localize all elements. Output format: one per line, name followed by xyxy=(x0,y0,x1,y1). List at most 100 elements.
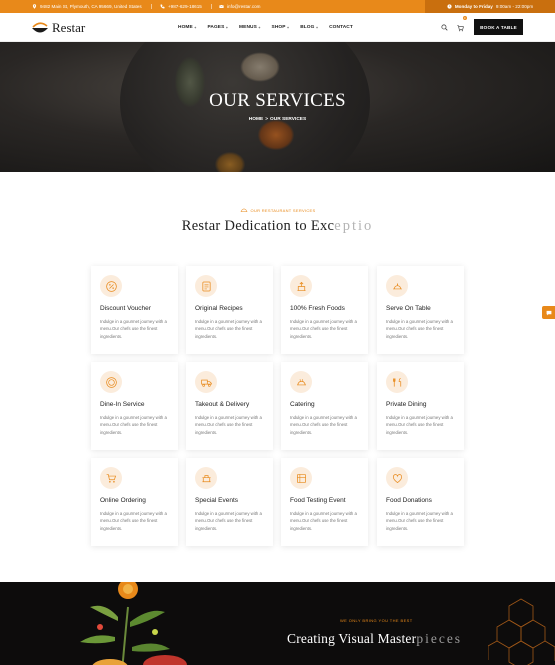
service-icon-circle xyxy=(195,467,217,489)
service-title: Private Dining xyxy=(386,401,427,408)
site-logo[interactable]: Restar xyxy=(30,18,85,38)
nav-item-home[interactable]: HOME + xyxy=(178,25,196,30)
service-card[interactable]: Discount Voucher Indulge in a gourmet jou… xyxy=(91,266,178,354)
delivery-icon xyxy=(200,379,212,387)
flower-dish-image xyxy=(80,582,187,665)
nav-item-shop[interactable]: SHOP + xyxy=(272,25,290,30)
services-title: Restar Dedication to Exceptio xyxy=(181,218,374,234)
service-description: Indulge in a gourmet journey with a menu… xyxy=(386,415,453,435)
service-icon-circle xyxy=(290,467,312,489)
events-icon xyxy=(201,474,211,482)
private-dining-icon xyxy=(392,377,401,387)
service-title: Special Events xyxy=(195,497,238,504)
brand-name: Restar xyxy=(52,20,86,35)
service-title: Online Ordering xyxy=(100,497,146,504)
service-description: Indulge in a gourmet journey with a menu… xyxy=(290,511,357,531)
service-title: Food Donations xyxy=(386,497,432,504)
service-description: Indulge in a gourmet journey with a menu… xyxy=(195,415,262,435)
service-card[interactable]: Food Testing Event Indulge in a gourmet j… xyxy=(281,458,368,546)
service-title: Dine-In Service xyxy=(100,401,145,408)
service-description: Indulge in a gourmet journey with a menu… xyxy=(100,415,167,435)
service-title: Serve On Table xyxy=(386,305,431,312)
address-text: 9482 Main St, Plymouth, CA 95669, United… xyxy=(40,4,142,9)
cloche-icon xyxy=(240,208,247,212)
service-icon-circle xyxy=(100,371,122,393)
service-description: Indulge in a gourmet journey with a menu… xyxy=(195,319,262,339)
service-card[interactable]: 100% Fresh Foods Indulge in a gourmet jou… xyxy=(281,266,368,354)
nav-item-contact[interactable]: CONTACT xyxy=(329,25,353,30)
chevron-down-icon: + xyxy=(287,25,290,30)
service-description: Indulge in a gourmet journey with a menu… xyxy=(290,415,357,435)
service-title: Discount Voucher xyxy=(100,305,151,312)
page-hero: OUR SERVICES HOME > OUR SERVICES xyxy=(0,42,555,172)
cart-icon xyxy=(106,473,116,483)
chat-icon xyxy=(546,310,551,315)
breadcrumb-current: OUR SERVICES xyxy=(270,117,307,122)
services-subtitle: OUR RESTAURANT SERVICES xyxy=(0,207,555,213)
service-icon-circle xyxy=(195,275,217,297)
service-icon-circle xyxy=(100,275,122,297)
page-title: OUR SERVICES xyxy=(209,90,346,111)
service-card[interactable]: Online Ordering Indulge in a gourmet jour… xyxy=(91,458,178,546)
chevron-down-icon: + xyxy=(225,25,229,30)
service-icon-circle xyxy=(386,275,408,297)
service-card[interactable]: Private Dining Indulge in a gourmet journ… xyxy=(377,362,464,450)
phone-info[interactable]: +987-629-18615 xyxy=(160,0,202,13)
cart-count-badge: 0 xyxy=(462,15,467,20)
top-info-bar: 9482 Main St, Plymouth, CA 95669, United… xyxy=(0,0,555,13)
side-floating-button[interactable] xyxy=(542,306,555,319)
discount-icon xyxy=(105,280,117,292)
phone-icon xyxy=(160,4,165,9)
fresh-food-icon xyxy=(296,281,306,291)
service-title: Takeout & Delivery xyxy=(195,401,250,408)
service-title: 100% Fresh Foods xyxy=(290,305,345,312)
recipe-icon xyxy=(201,281,211,291)
cart-button[interactable]: 0 xyxy=(457,15,467,37)
nav-item-pages[interactable]: PAGES + xyxy=(207,25,228,30)
address-info: 9482 Main St, Plymouth, CA 95669, United… xyxy=(32,0,142,13)
service-icon-circle xyxy=(386,467,408,489)
chevron-down-icon: + xyxy=(194,25,197,30)
service-card[interactable]: Special Events Indulge in a gourmet journ… xyxy=(186,458,273,546)
service-title: Food Testing Event xyxy=(290,497,346,504)
breadcrumb-separator: > xyxy=(265,117,269,122)
logo-bowl-icon xyxy=(32,22,48,33)
catering-icon xyxy=(296,378,306,385)
service-description: Indulge in a gourmet journey with a menu… xyxy=(386,319,453,339)
hours-label: Monday to Friday xyxy=(454,4,493,9)
book-table-button[interactable]: BOOK A TABLE xyxy=(474,19,523,35)
clock-icon xyxy=(447,4,452,9)
email-info[interactable]: info@restar.com xyxy=(219,0,261,13)
main-navbar: Restar HOME + PAGES + MENUS + SHOP + BLOG + C… xyxy=(0,13,555,42)
breadcrumb: HOME > OUR SERVICES xyxy=(0,117,555,122)
service-card[interactable]: Dine-In Service Indulge in a gourmet jour… xyxy=(91,362,178,450)
breadcrumb-home[interactable]: HOME xyxy=(249,117,263,122)
geometric-pattern-decoration xyxy=(488,598,555,665)
service-description: Indulge in a gourmet journey with a menu… xyxy=(100,319,167,339)
cart-icon xyxy=(457,24,464,31)
mail-icon xyxy=(219,4,224,8)
service-title: Original Recipes xyxy=(195,305,243,312)
service-title: Catering xyxy=(290,401,315,408)
donation-icon xyxy=(392,473,402,483)
service-card[interactable]: Serve On Table Indulge in a gourmet journ… xyxy=(377,266,464,354)
nav-item-menus[interactable]: MENUS + xyxy=(239,25,260,30)
serving-icon xyxy=(392,282,402,289)
nav-item-blog[interactable]: BLOG + xyxy=(300,25,318,30)
service-card[interactable]: Food Donations Indulge in a gourmet journ… xyxy=(377,458,464,546)
service-description: Indulge in a gourmet journey with a menu… xyxy=(195,511,262,531)
service-card[interactable]: Catering Indulge in a gourmet journey wit… xyxy=(281,362,368,450)
food-testing-icon xyxy=(296,473,306,483)
showcase-section: WE ONLY BRING YOU THE BEST Creating Visu… xyxy=(0,582,555,665)
service-icon-circle xyxy=(386,371,408,393)
service-card[interactable]: Original Recipes Indulge in a gourmet jou… xyxy=(186,266,273,354)
search-icon[interactable] xyxy=(441,24,448,31)
opening-hours: Monday to Friday 9:00am - 22:00pm xyxy=(425,0,555,13)
location-pin-icon xyxy=(32,4,37,9)
hours-value: 9:00am - 22:00pm xyxy=(495,4,534,9)
chevron-down-icon: + xyxy=(258,25,261,30)
service-card[interactable]: Takeout & Delivery Indulge in a gourmet j… xyxy=(186,362,273,450)
service-icon-circle xyxy=(100,467,122,489)
service-description: Indulge in a gourmet journey with a menu… xyxy=(290,319,357,339)
nav-icons: 0 xyxy=(441,13,467,42)
